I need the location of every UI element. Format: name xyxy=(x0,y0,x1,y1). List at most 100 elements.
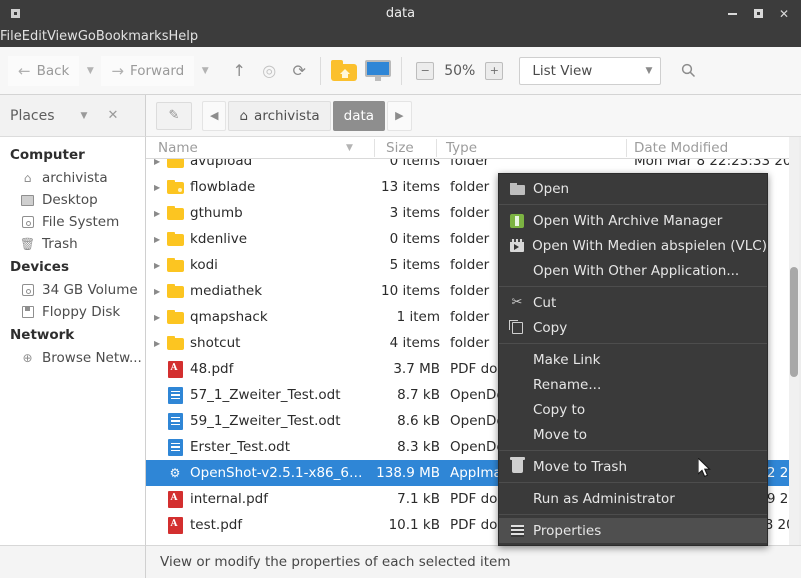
context-menu-item-label: Properties xyxy=(533,522,602,539)
column-header-date-modified[interactable]: Date Modified xyxy=(634,140,728,156)
file-name: flowblade xyxy=(190,179,256,195)
breadcrumb-prev-button[interactable]: ◀ xyxy=(202,100,227,131)
file-type: folder xyxy=(450,283,490,299)
context-menu-item-open-with-archive-manager[interactable]: Open With Archive Manager xyxy=(499,208,767,233)
folder-icon xyxy=(166,256,184,274)
expander-icon[interactable]: ▶ xyxy=(154,313,160,322)
context-menu-item-cut[interactable]: ✂ Cut xyxy=(499,290,767,315)
sidebar-item-browse-network[interactable]: ⊕ Browse Netw... xyxy=(0,347,145,369)
forward-history-caret-icon[interactable]: ▼ xyxy=(194,56,216,86)
context-menu[interactable]: Open Open With Archive Manager Open With… xyxy=(498,173,768,546)
odt-icon xyxy=(166,438,184,456)
expander-icon[interactable]: ▶ xyxy=(154,235,160,244)
search-button[interactable] xyxy=(673,56,703,86)
file-size: 3 items xyxy=(389,205,440,221)
folder-icon xyxy=(166,334,184,352)
arrow-right-icon: → xyxy=(111,61,124,80)
context-menu-item-move-to[interactable]: Move to xyxy=(499,422,767,447)
home-folder-button[interactable] xyxy=(327,56,361,86)
stop-button[interactable]: ◎ xyxy=(254,56,284,86)
context-menu-separator xyxy=(499,450,767,451)
column-header-size[interactable]: Size xyxy=(386,140,414,156)
forward-button[interactable]: → Forward xyxy=(101,55,195,86)
cut-icon: ✂ xyxy=(511,295,523,310)
context-menu-item-open[interactable]: Open xyxy=(499,176,767,201)
context-menu-item-properties[interactable]: Properties xyxy=(499,518,767,543)
file-name: gthumb xyxy=(190,205,243,221)
expander-icon[interactable]: ▶ xyxy=(154,183,160,192)
sidebar-item-archivista[interactable]: ⌂ archivista xyxy=(0,167,145,189)
sidebar-item-34gb-volume[interactable]: 34 GB Volume xyxy=(0,279,145,301)
context-menu-item-move-to-trash[interactable]: Move to Trash xyxy=(499,454,767,479)
sidebar-item-file-system[interactable]: File System xyxy=(0,211,145,233)
table-row[interactable]: ▶ avupload 0 items folder Mon Mar 8 22:2… xyxy=(146,159,789,174)
close-button[interactable]: ✕ xyxy=(771,0,797,27)
breadcrumb: ◀ ⌂ archivista data ▶ xyxy=(202,100,414,131)
context-menu-item-make-link[interactable]: Make Link xyxy=(499,347,767,372)
zoom-in-button[interactable]: + xyxy=(485,61,504,80)
expander-icon[interactable]: ▶ xyxy=(154,287,160,296)
menu-file[interactable]: File xyxy=(0,27,22,47)
copy-icon xyxy=(507,319,527,337)
expander-icon[interactable]: ▶ xyxy=(154,339,160,348)
trash-icon xyxy=(507,457,527,476)
menu-edit[interactable]: Edit xyxy=(22,27,47,47)
menu-bookmarks[interactable]: Bookmarks xyxy=(96,27,169,47)
vertical-scrollbar[interactable] xyxy=(789,137,801,545)
breadcrumb-item-label: archivista xyxy=(254,107,320,124)
file-size: 8.3 kB xyxy=(397,439,440,455)
view-mode-label: List View xyxy=(532,62,593,79)
desktop-button[interactable] xyxy=(361,56,395,86)
sidebar-item-label: archivista xyxy=(42,170,108,186)
context-menu-item-label: Move to xyxy=(533,426,588,443)
context-menu-separator xyxy=(499,343,767,344)
file-type: folder xyxy=(450,159,490,169)
back-history-caret-icon[interactable]: ▼ xyxy=(79,56,101,86)
view-mode-select[interactable]: List View ▼ xyxy=(519,56,662,85)
file-size: 10 items xyxy=(380,283,440,299)
context-menu-item-copy[interactable]: Copy xyxy=(499,315,767,340)
breadcrumb-next-button[interactable]: ▶ xyxy=(387,100,412,131)
expander-icon[interactable]: ▶ xyxy=(154,209,160,218)
sort-descending-icon[interactable]: ▼ xyxy=(346,143,353,153)
context-menu-separator xyxy=(499,286,767,287)
back-button[interactable]: ← Back xyxy=(8,55,80,86)
file-type: folder xyxy=(450,309,490,325)
file-size: 5 items xyxy=(389,257,440,273)
reload-button[interactable]: ⟳ xyxy=(284,56,314,86)
folder-icon xyxy=(166,204,184,222)
maximize-button[interactable] xyxy=(745,0,771,27)
menu-help[interactable]: Help xyxy=(168,27,198,47)
close-icon[interactable]: ✕ xyxy=(107,108,118,123)
column-header-type[interactable]: Type xyxy=(446,140,477,156)
context-menu-item-rename[interactable]: Rename... xyxy=(499,372,767,397)
context-menu-item-run-as-administrator[interactable]: Run as Administrator xyxy=(499,486,767,511)
sidebar-item-trash[interactable]: 🗑 Trash xyxy=(0,233,145,255)
chevron-down-icon[interactable]: ▼ xyxy=(81,111,88,121)
gear-icon: ⚙ xyxy=(169,466,181,480)
expander-icon[interactable]: ▶ xyxy=(154,261,160,270)
sidebar-section-devices: Devices xyxy=(10,259,69,275)
menu-view[interactable]: View xyxy=(47,27,78,47)
sidebar-item-floppy-disk[interactable]: Floppy Disk xyxy=(0,301,145,323)
edit-location-button[interactable]: ✎ xyxy=(156,101,192,130)
file-name: 57_1_Zweiter_Test.odt xyxy=(190,387,341,403)
menu-go[interactable]: Go xyxy=(78,27,96,47)
folder-icon xyxy=(166,178,184,196)
zoom-out-button[interactable]: − xyxy=(416,61,435,80)
file-type: folder xyxy=(450,231,490,247)
sidebar-item-desktop[interactable]: Desktop xyxy=(0,189,145,211)
file-name: 59_1_Zweiter_Test.odt xyxy=(190,413,341,429)
context-menu-item-label: Copy to xyxy=(533,401,586,418)
expander-icon[interactable]: ▶ xyxy=(154,159,160,166)
context-menu-item-copy-to[interactable]: Copy to xyxy=(499,397,767,422)
context-menu-item-open-with-vlc[interactable]: Open With Medien abspielen (VLC) xyxy=(499,233,767,258)
up-button[interactable]: ↑ xyxy=(224,56,254,86)
minimize-button[interactable] xyxy=(719,0,745,27)
breadcrumb-item-archivista[interactable]: ⌂ archivista xyxy=(228,100,331,131)
context-menu-item-open-with-other-application[interactable]: Open With Other Application... xyxy=(499,258,767,283)
column-header-name[interactable]: Name xyxy=(158,140,198,156)
breadcrumb-item-data[interactable]: data xyxy=(332,100,386,131)
status-bar-left xyxy=(0,545,146,578)
scrollbar-thumb[interactable] xyxy=(790,267,798,377)
